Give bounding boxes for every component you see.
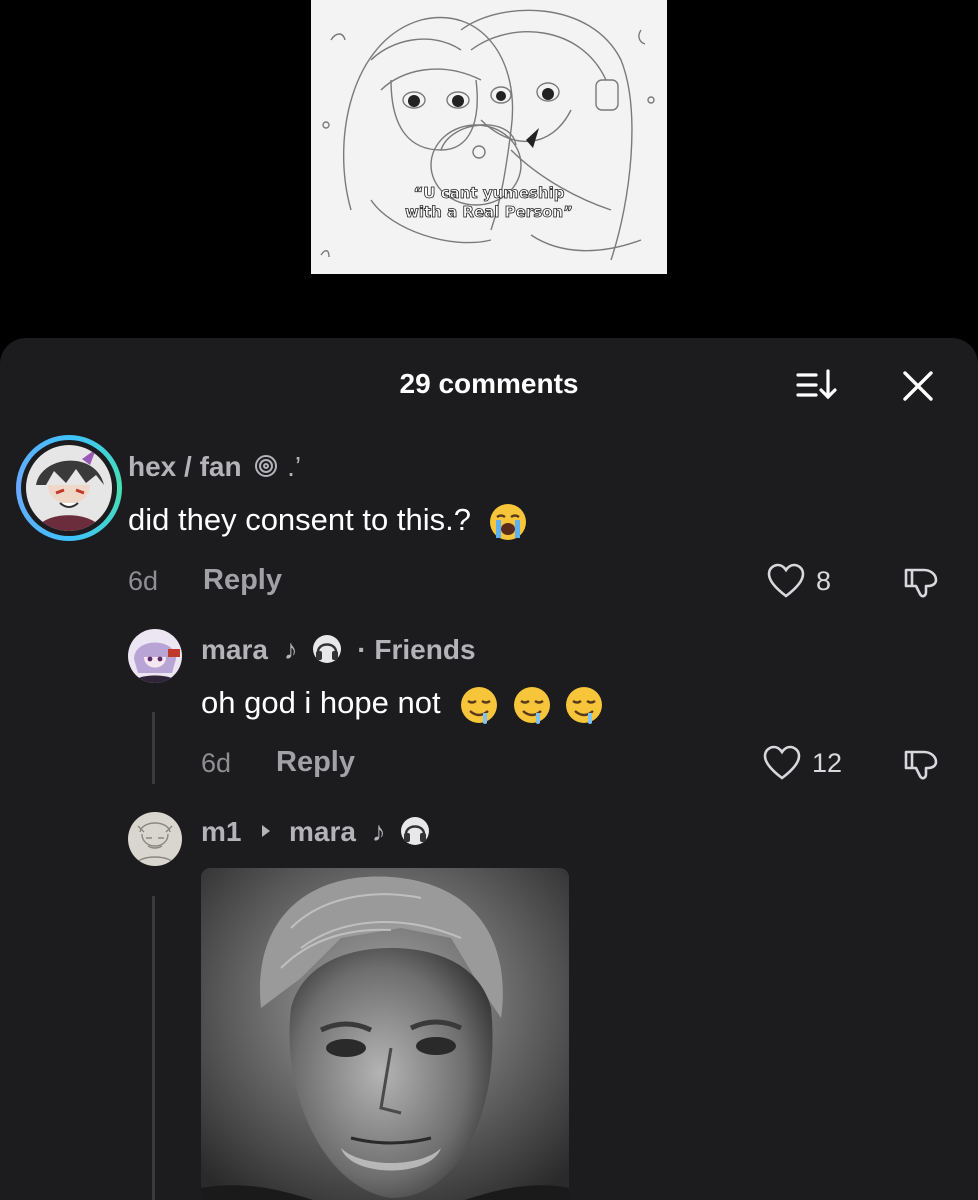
comments-sheet: 29 comments hex / fan .’ did they consen… [0, 338, 978, 1200]
reply-button[interactable]: Reply [276, 745, 355, 779]
close-icon [903, 371, 933, 401]
thumbs-down-icon [904, 568, 938, 598]
thread-line [152, 712, 155, 784]
comment-body: oh god i hope not [201, 685, 441, 720]
avatar[interactable] [26, 445, 112, 531]
loudly-crying-face-icon [489, 503, 526, 540]
thumbs-down-icon [904, 750, 938, 780]
headphones-icon [312, 635, 341, 663]
comment-username[interactable]: mara ♪ · Friends [201, 632, 476, 667]
drooling-face-icons [449, 685, 604, 724]
like-button[interactable]: 8 [766, 562, 846, 602]
reply-button[interactable]: Reply [203, 563, 282, 597]
dislike-button[interactable] [900, 744, 942, 784]
username-text: m1 [201, 816, 242, 847]
username-decoration: .’ [287, 451, 302, 482]
heart-icon [763, 745, 801, 780]
comment-age: 6d [128, 566, 159, 596]
comment-age: 6d [201, 748, 232, 778]
portrait-photo [201, 868, 569, 1200]
comment-text: oh god i hope not [201, 684, 604, 725]
headphones-icon [400, 817, 429, 845]
username-text: mara [201, 634, 268, 665]
video-caption: “U cant yumeship with a Real Person” [311, 184, 667, 222]
reply-arrow-icon [262, 825, 271, 837]
username-decoration: ♪ [371, 816, 386, 847]
comment-text: did they consent to this.? [128, 501, 528, 542]
drooling-face-icon [566, 686, 603, 724]
like-count: 12 [812, 748, 843, 778]
comment-username[interactable]: hex / fan .’ [128, 450, 301, 484]
reply-to-username[interactable]: mara [289, 816, 356, 847]
thread-line [152, 896, 155, 1200]
video-area[interactable]: “U cant yumeship with a Real Person” [0, 0, 978, 338]
comment-username[interactable]: m1 mara ♪ [201, 814, 432, 849]
drooling-face-icon [461, 686, 498, 724]
sort-icon [796, 369, 837, 400]
like-button[interactable]: 12 [762, 744, 852, 784]
caption-line-2: with a Real Person” [405, 203, 574, 222]
drooling-face-icon [513, 686, 550, 724]
username-decoration: ♪ [283, 634, 298, 665]
caption-line-1: “U cant yumeship [413, 184, 565, 203]
avatar-story-ring[interactable] [16, 435, 122, 541]
sketch-illustration [311, 0, 667, 274]
spiral-icon [255, 455, 278, 477]
dislike-button[interactable] [900, 562, 942, 602]
friends-badge: · Friends [357, 634, 476, 665]
video-thumbnail[interactable]: “U cant yumeship with a Real Person” [311, 0, 667, 274]
close-button[interactable] [896, 364, 940, 408]
avatar-image [128, 812, 182, 866]
heart-icon [767, 563, 805, 598]
avatar-image [26, 445, 112, 531]
avatar[interactable] [128, 629, 182, 683]
comment-photo[interactable] [201, 868, 569, 1200]
comment-body: did they consent to this.? [128, 502, 471, 537]
avatar[interactable] [128, 812, 182, 866]
like-count: 8 [816, 566, 832, 596]
sort-button[interactable] [794, 366, 844, 406]
username-text: hex / fan [128, 451, 242, 482]
avatar-image [128, 629, 182, 683]
